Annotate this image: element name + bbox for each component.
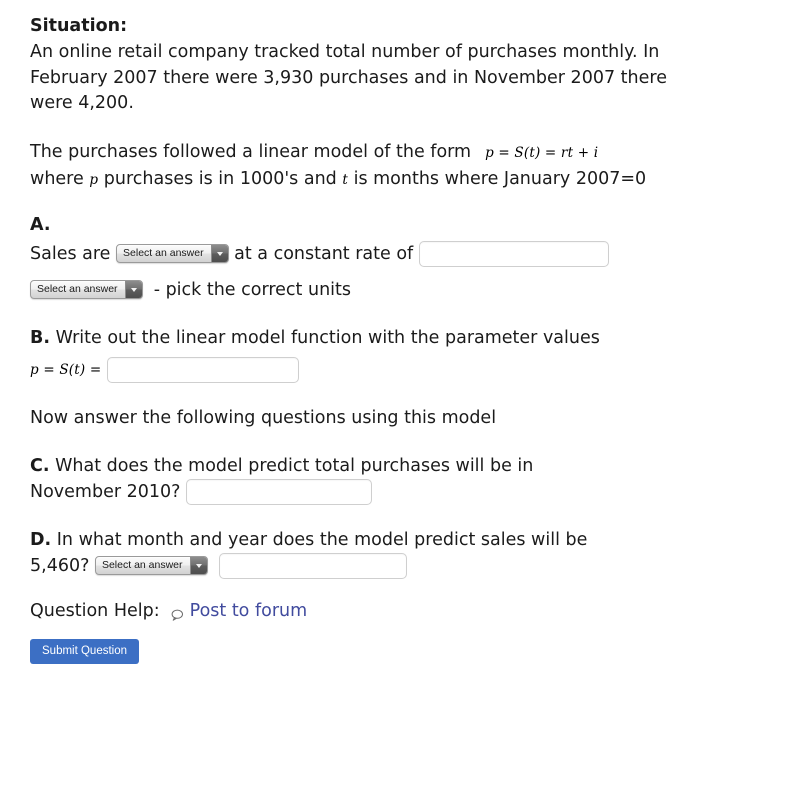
part-a-rate-input[interactable] (418, 240, 609, 267)
speech-bubble-icon (171, 606, 184, 621)
part-d-row: 5,460? Select an answer (30, 552, 710, 579)
part-b-row: p = S(t) = (30, 356, 710, 383)
submit-question-button[interactable]: Submit Question (30, 638, 140, 664)
part-a-units-select[interactable]: Select an answer (30, 280, 143, 299)
situation-heading: Situation: (30, 16, 128, 36)
part-d-prompt-line-2: 5,460? (30, 555, 90, 576)
part-c-row: November 2010? (30, 478, 710, 505)
part-c-answer-input[interactable] (186, 478, 373, 505)
model-where-1: where (30, 168, 84, 189)
chevron-down-icon (189, 557, 207, 574)
model-intro-text: The purchases followed a linear model of… (30, 141, 472, 162)
part-b-prompt: B. Write out the linear model function w… (30, 325, 702, 351)
part-d-month-select-label: Select an answer (101, 559, 183, 571)
part-a-units-select-label: Select an answer (37, 283, 118, 295)
part-d-letter: D. (30, 529, 52, 550)
model-description: The purchases followed a linear model of… (30, 139, 702, 193)
part-b-formula-prefix: p = S(t) = (30, 361, 102, 378)
part-a-mid-text: at a constant rate of (234, 243, 414, 264)
part-a-trend-select-label: Select an answer (123, 247, 204, 259)
part-a-lead-text: Sales are (30, 243, 111, 264)
question-help-label: Question Help: (30, 600, 160, 621)
model-formula-inline: p = S(t) = rt + i (485, 144, 599, 161)
part-c-prompt-text: What does the model predict total purcha… (55, 455, 534, 476)
part-c-letter: C. (30, 455, 50, 476)
part-d-prompt-line-1: D. In what month and year does the model… (30, 527, 702, 553)
situation-body: An online retail company tracked total n… (30, 42, 667, 113)
model-variable-t: t (342, 171, 348, 188)
part-b-letter: B. (30, 327, 50, 348)
part-a-row-1: Sales are Select an answer at a constant… (30, 240, 710, 267)
model-variable-p: p (89, 171, 99, 188)
part-a-letter: A. (30, 214, 51, 235)
transition-text: Now answer the following questions using… (30, 407, 497, 428)
post-to-forum-link[interactable]: Post to forum (190, 601, 308, 621)
part-b-model-input[interactable] (106, 356, 299, 383)
chevron-down-icon (124, 281, 142, 298)
question-page: Situation: An online retail company trac… (0, 0, 740, 664)
chevron-down-icon (210, 245, 228, 262)
model-where-2: purchases is in 1000's and (103, 168, 337, 189)
question-help-row: Question Help: Post to forum (30, 601, 710, 621)
part-d-prompt-text: In what month and year does the model pr… (56, 529, 588, 550)
part-d-month-select[interactable]: Select an answer (94, 556, 208, 575)
part-c-prompt-line-2: November 2010? (30, 481, 181, 502)
part-d-year-input[interactable] (218, 552, 407, 579)
part-b-prompt-text: Write out the linear model function with… (55, 327, 600, 348)
part-a-trend-select[interactable]: Select an answer (116, 244, 229, 263)
model-where-3: is months where January 2007=0 (353, 168, 647, 189)
part-a-row-2: Select an answer - pick the correct unit… (30, 277, 710, 303)
part-c-prompt-line-1: C. What does the model predict total pur… (30, 453, 702, 479)
part-a-units-hint: - pick the correct units (153, 279, 351, 300)
